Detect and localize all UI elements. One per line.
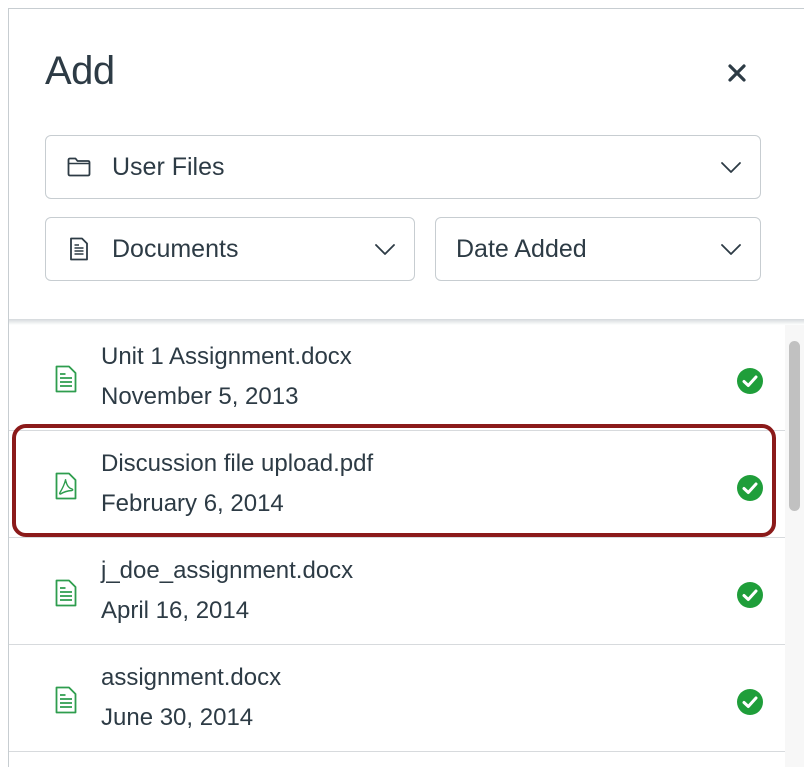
chevron-down-icon bbox=[375, 244, 395, 255]
docx-file-icon bbox=[55, 365, 77, 393]
file-date: April 16, 2014 bbox=[101, 597, 250, 624]
file-date: February 6, 2014 bbox=[101, 490, 284, 517]
published-check-icon bbox=[737, 689, 763, 715]
published-check-icon bbox=[737, 475, 763, 501]
scrollbar[interactable] bbox=[785, 325, 804, 767]
location-select[interactable]: User Files bbox=[45, 135, 761, 199]
add-dialog: Add User Files Documents Date Added Unit… bbox=[8, 8, 804, 767]
chevron-down-icon bbox=[721, 162, 741, 173]
folder-icon bbox=[66, 154, 92, 180]
file-name: Discussion file upload.pdf bbox=[101, 450, 374, 477]
file-list-item[interactable]: assignment.docx June 30, 2014 bbox=[9, 646, 785, 752]
published-check-icon bbox=[737, 368, 763, 394]
close-icon bbox=[728, 64, 746, 82]
file-date: November 5, 2013 bbox=[101, 383, 299, 410]
file-list-item[interactable]: Discussion file upload.pdf February 6, 2… bbox=[9, 432, 785, 538]
file-list-item[interactable]: Unit 1 Assignment.docx November 5, 2013 bbox=[9, 325, 785, 431]
file-list-item[interactable]: j_doe_assignment.docx April 16, 2014 bbox=[9, 539, 785, 645]
file-name: Unit 1 Assignment.docx bbox=[101, 343, 352, 370]
pdf-file-icon bbox=[55, 472, 77, 500]
close-button[interactable] bbox=[719, 55, 755, 91]
sort-select-label: Date Added bbox=[456, 234, 587, 263]
content-type-select[interactable]: Documents bbox=[45, 217, 415, 281]
document-icon bbox=[66, 236, 92, 262]
file-date: June 30, 2014 bbox=[101, 704, 254, 731]
file-name: assignment.docx bbox=[101, 664, 282, 691]
docx-file-icon bbox=[55, 686, 77, 714]
content-type-label: Documents bbox=[112, 234, 239, 263]
dialog-title: Add bbox=[45, 49, 115, 93]
location-select-label: User Files bbox=[112, 152, 225, 181]
docx-file-icon bbox=[55, 579, 77, 607]
published-check-icon bbox=[737, 582, 763, 608]
chevron-down-icon bbox=[721, 244, 741, 255]
file-name: j_doe_assignment.docx bbox=[101, 557, 354, 584]
scrollbar-thumb[interactable] bbox=[789, 341, 800, 511]
sort-select[interactable]: Date Added bbox=[435, 217, 761, 281]
